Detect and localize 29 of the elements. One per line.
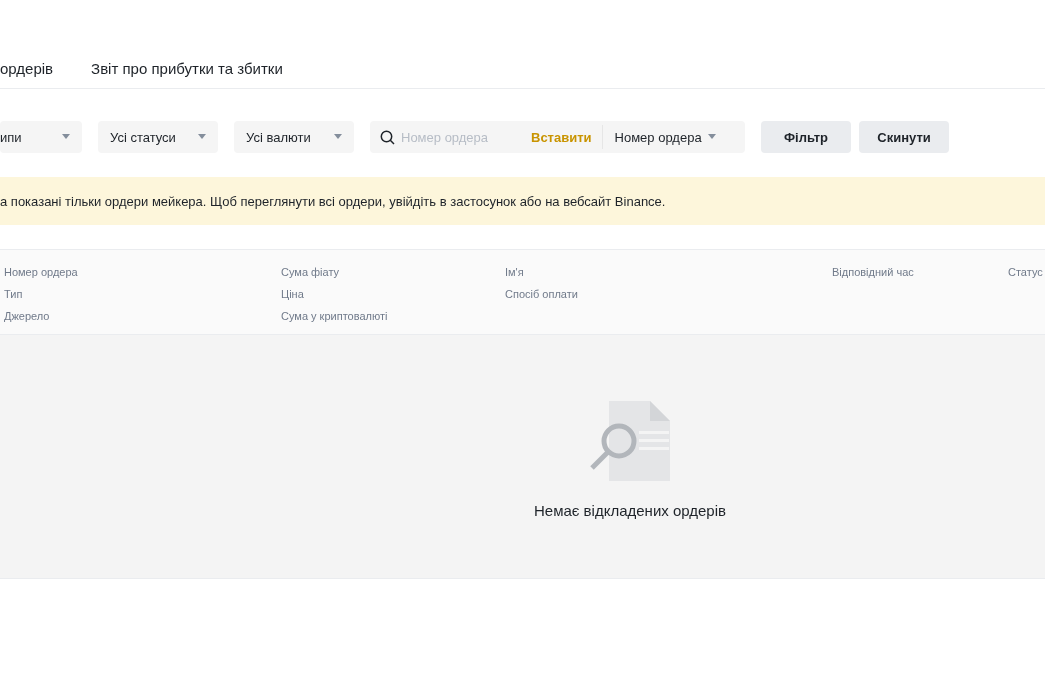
column-header: Номер ордера <box>4 265 79 280</box>
column-header: Тип <box>4 287 24 302</box>
dropdown[interactable]: Усі статуси <box>98 121 218 153</box>
tab[interactable]: ордерів <box>0 59 54 79</box>
column-header: Сума у криптовалюті <box>281 309 389 324</box>
caret-icon <box>707 134 716 140</box>
empty-message: Немає відкладених ордерів <box>533 502 726 519</box>
dropdown[interactable]: ипи <box>0 121 82 153</box>
column-header: Ім'я <box>505 265 525 280</box>
search-icon <box>380 129 395 145</box>
document-search-icon <box>589 400 671 482</box>
column-header: Джерело <box>4 309 51 324</box>
column-header: Ціна <box>281 287 305 302</box>
column-header: Сума фіату <box>281 265 341 280</box>
caret-icon <box>334 134 342 140</box>
tab[interactable]: Звіт про прибутки та збитки <box>91 59 283 79</box>
search-field[interactable]: Номер ордера <box>401 129 531 145</box>
dropdown-label: ипи <box>0 129 22 145</box>
dropdown-label: Усі статуси <box>110 129 176 145</box>
caret-icon <box>62 134 70 140</box>
dropdown-label: Усі валюти <box>246 129 311 145</box>
column-header: Спосіб оплати <box>505 287 579 302</box>
dropdown[interactable]: Усі валюти <box>234 121 354 153</box>
caret-icon <box>198 134 206 140</box>
notice-banner: а показані тільки ордери мейкера. Щоб переглянути всі ордери, увійдіть в застосунок або на вебсайт Binance. <box>0 177 1045 225</box>
column-header: Статус <box>1008 265 1043 280</box>
button[interactable]: Фільтр <box>761 121 851 153</box>
column-header: Відповідний час <box>832 265 915 280</box>
button[interactable]: Скинути <box>859 121 949 153</box>
